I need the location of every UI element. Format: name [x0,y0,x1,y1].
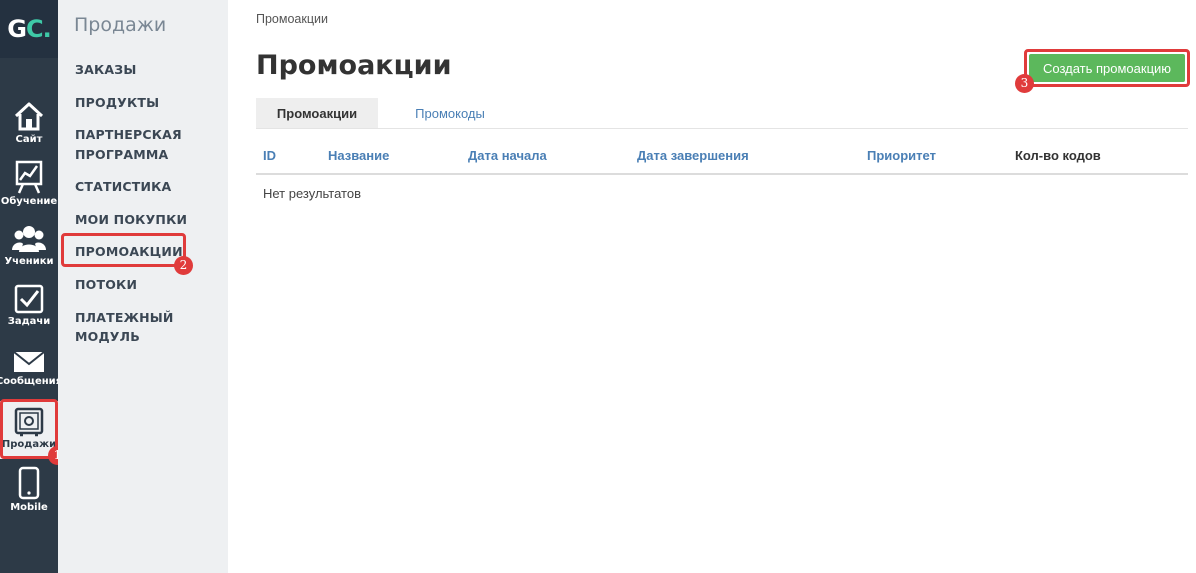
sidebar-item-partner-line2[interactable]: ПРОГРАММА [75,145,168,164]
phone-icon [18,466,40,500]
tab-promocodes[interactable]: Промокоды [390,98,510,128]
rail-item-label: Сайт [15,134,43,145]
step-badge-2: 2 [174,256,193,275]
column-header-end-date[interactable]: Дата завершения [637,148,749,163]
rail-item-students[interactable]: Ученики [0,224,58,286]
rail-item-tasks[interactable]: Задачи [0,284,58,346]
tab-promotions[interactable]: Промоакции [256,98,378,128]
envelope-icon [13,351,45,372]
sidebar-item-streams[interactable]: ПОТОКИ [75,275,137,294]
column-header-start-date[interactable]: Дата начала [468,148,547,163]
sidebar-item-products[interactable]: ПРОДУКТЫ [75,93,159,112]
column-header-code-count: Кол-во кодов [1015,148,1101,163]
logo-text-accent: C. [25,15,52,43]
sidebar-item-partner-line1[interactable]: ПАРТНЕРСКАЯ [75,125,182,144]
rail-item-learning[interactable]: Обучение [0,160,58,222]
sales-sidebar: Продажи ЗАКАЗЫ ПРОДУКТЫ ПАРТНЕРСКАЯ ПРОГ… [58,0,228,573]
chart-board-icon [15,160,43,194]
highlight-box-create [1024,49,1190,87]
sidebar-item-statistics[interactable]: СТАТИСТИКА [75,177,171,196]
rail-item-label: Ученики [4,256,54,267]
rail-item-label: Сообщения [0,376,63,387]
checkbox-icon [14,284,44,314]
column-header-id[interactable]: ID [263,148,276,163]
rail-item-site[interactable]: Сайт [0,100,58,162]
logo-text-main: G [7,15,27,43]
rail-item-label: Mobile [10,502,48,513]
breadcrumb[interactable]: Промоакции [256,12,328,26]
gc-logo[interactable]: G C. [0,0,58,58]
rail-item-mobile[interactable]: Mobile [0,466,58,528]
sidebar-item-my-purchases[interactable]: МОИ ПОКУПКИ [75,210,187,229]
sidebar-item-orders[interactable]: ЗАКАЗЫ [75,60,136,79]
column-header-name[interactable]: Название [328,148,389,163]
empty-results-text: Нет результатов [263,186,361,201]
main-nav-rail: G C. Сайт Обучение Ученики Задачи Сообще… [0,0,62,573]
highlight-box-promotions [61,233,186,267]
rail-item-label: Обучение [0,196,58,207]
sidebar-title: Продажи [74,14,167,36]
page-title: Промоакции [256,50,452,81]
users-icon [12,226,46,252]
sidebar-item-payment-line1[interactable]: ПЛАТЕЖНЫЙ [75,308,174,327]
sidebar-item-payment-line2[interactable]: МОДУЛЬ [75,327,140,346]
column-header-priority[interactable]: Приоритет [867,148,936,163]
home-icon [14,102,44,131]
step-badge-3: 3 [1015,74,1034,93]
table-header-divider [256,173,1188,175]
rail-item-label: Задачи [7,316,51,327]
tabs-divider [256,128,1188,129]
